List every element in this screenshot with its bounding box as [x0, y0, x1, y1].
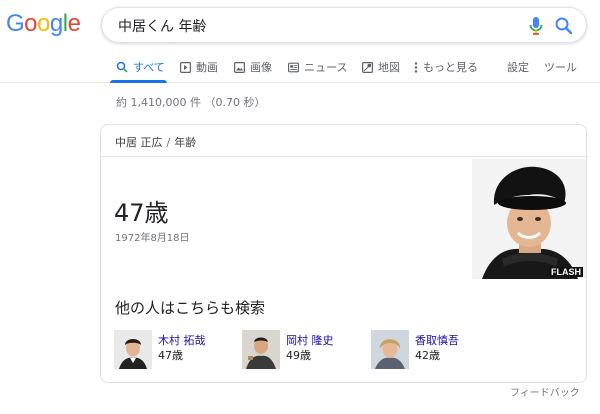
microphone-icon[interactable]: [528, 16, 544, 36]
related-person[interactable]: 香取慎吾 42歳: [371, 330, 491, 370]
video-icon: [180, 61, 191, 73]
person-thumbnail[interactable]: [114, 330, 152, 369]
answer-value: 47歳: [114, 199, 169, 227]
google-logo[interactable]: Google: [6, 10, 81, 38]
person-name[interactable]: 岡村 隆史: [286, 332, 334, 348]
tools-label: ツール: [544, 61, 577, 74]
image-icon: [234, 61, 245, 73]
related-person[interactable]: 木村 拓哉 47歳: [114, 330, 234, 370]
news-icon: [288, 62, 299, 72]
active-tab-indicator: [110, 80, 167, 83]
settings-label: 設定: [507, 61, 529, 74]
tab-label: すべて: [133, 61, 165, 74]
person-photo[interactable]: FLASH: [472, 159, 586, 279]
birth-date: 1972年8月18日: [115, 233, 190, 244]
settings-link[interactable]: 設定: [507, 59, 529, 75]
tab-label: もっと見る: [423, 61, 478, 74]
result-stats: 約 1,410,000 件 （0.70 秒）: [116, 96, 266, 109]
logo-letter: o: [24, 10, 38, 37]
person-thumbnail[interactable]: [371, 330, 409, 369]
map-icon: [362, 61, 373, 73]
person-age: 42歳: [415, 349, 440, 362]
tab-maps[interactable]: 地図: [362, 59, 400, 75]
person-name[interactable]: 木村 拓哉: [158, 332, 206, 348]
tools-link[interactable]: ツール: [544, 59, 577, 75]
person-thumbnail[interactable]: [242, 330, 280, 369]
person-age: 49歳: [286, 349, 311, 362]
feedback-link[interactable]: フィードバック: [510, 384, 580, 399]
tab-label: 地図: [378, 61, 400, 74]
search-box[interactable]: 中居くん 年齢: [101, 7, 587, 43]
tab-news[interactable]: ニュース: [288, 59, 347, 75]
tab-all[interactable]: すべて: [116, 59, 165, 75]
tab-more[interactable]: もっと見る: [414, 59, 478, 75]
tab-label: 動画: [196, 61, 218, 74]
person-age: 47歳: [158, 349, 183, 362]
breadcrumb: 中居 正広 / 年齢: [115, 134, 196, 150]
card-divider: [101, 156, 588, 157]
logo-letter: g: [49, 10, 63, 37]
search-icon: [116, 61, 128, 73]
tab-label: 画像: [250, 61, 272, 74]
breadcrumb-entity[interactable]: 中居 正広: [115, 136, 163, 149]
tab-videos[interactable]: 動画: [180, 59, 218, 75]
people-also-search-title: 他の人はこちらも検索: [115, 299, 266, 317]
breadcrumb-attribute: 年齢: [174, 136, 197, 149]
search-input[interactable]: 中居くん 年齢: [118, 16, 206, 36]
search-tabs: すべて 動画 画像 ニュース 地図 もっと見る 設定 ツール: [0, 52, 600, 83]
search-icon[interactable]: [554, 16, 574, 36]
tab-label: ニュース: [304, 61, 348, 74]
tab-images[interactable]: 画像: [234, 59, 272, 75]
logo-letter: e: [67, 10, 81, 37]
answer-card: 中居 正広 / 年齢 47歳 1972年8月18日 FLASH 他の人はこちらも検索: [100, 124, 588, 383]
breadcrumb-separator: /: [166, 136, 171, 149]
logo-letter: G: [6, 10, 25, 37]
photo-watermark: FLASH: [549, 267, 583, 277]
related-person[interactable]: 岡村 隆史 49歳: [242, 330, 362, 370]
person-name[interactable]: 香取慎吾: [415, 332, 459, 348]
logo-letter: o: [37, 10, 50, 37]
more-icon: [414, 61, 418, 73]
